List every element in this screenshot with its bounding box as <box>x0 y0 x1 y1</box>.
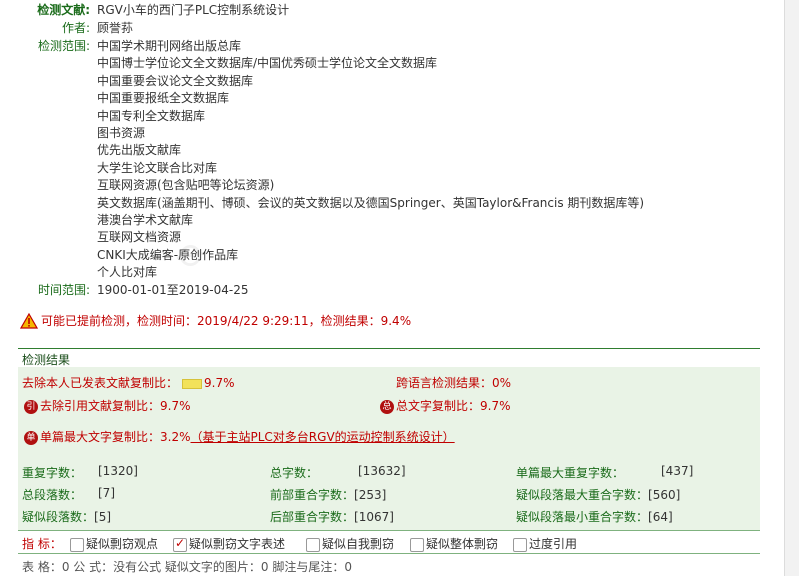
indicator-checkbox[interactable]: 过度引用 <box>513 535 577 552</box>
warning-line: 可能已提前检测，检测时间：2019/4/22 9:29:11，检测结果：9.4% <box>20 312 411 329</box>
stat-key: 总段落数： <box>22 488 83 502</box>
single-icon: 单 <box>24 430 38 445</box>
checkbox-icon[interactable] <box>410 537 424 552</box>
stat-value: [64] <box>648 510 673 524</box>
indicator-row: 指 标： 疑似剽窃观点 疑似剽窃文字表述 疑似自我剽窃 疑似整体剽窃 过度引用 <box>18 530 760 554</box>
stat-value: [5] <box>94 510 112 524</box>
single-source-link[interactable]: （基于主站PLC对多台RGV的运动控制系统设计） <box>191 430 455 444</box>
scope-item: 优先出版文献库 <box>97 143 182 158</box>
total-copy-line: 总总文字复制比：9.7% <box>380 397 511 414</box>
author-label: 作者: <box>61 21 90 35</box>
time-value: 1900-01-01至2019-04-25 <box>97 283 249 297</box>
indicator-label: 过度引用 <box>529 537 578 551</box>
total-icon: 总 <box>380 399 394 414</box>
cite-exclusion-line: 引去除引用文献复制比：9.7% <box>24 397 191 414</box>
stat-value: [7] <box>98 486 115 500</box>
stat-key: 后部重合字数： <box>270 510 355 524</box>
result-body: 去除本人已发表文献复制比： 9.7% 跨语言检测结果：0% 引去除引用文献复制比：… <box>18 367 760 530</box>
result-panel: 检测结果 去除本人已发表文献复制比： 9.7% 跨语言检测结果：0% 引去除引用文… <box>18 348 760 576</box>
scope-item: 个人比对库 <box>97 265 158 280</box>
cite-excl-text: 去除引用文献复制比：9.7% <box>40 399 191 413</box>
scope-item: CNKI大成编客-原创作品库 <box>97 247 239 262</box>
footer-stats: 表 格：0 公 式：没有公式 疑似文字的图片：0 脚注与尾注：0 <box>22 560 352 574</box>
stat-key: 疑似段落最小重合字数： <box>516 510 649 524</box>
indicator-label: 疑似整体剽窃 <box>426 537 499 551</box>
stat-key: 单篇最大重复字数： <box>516 466 625 480</box>
ratio-bar <box>182 378 203 389</box>
scope-item: 中国重要会议论文全文数据库 <box>97 73 254 88</box>
cross-language: 跨语言检测结果：0% <box>396 376 512 390</box>
single-max-line: 单单篇最大文字复制比：3.2%（基于主站PLC对多台RGV的运动控制系统设计） <box>24 428 455 445</box>
warning-text: 可能已提前检测，检测时间：2019/4/22 9:29:11，检测结果：9.4% <box>41 314 412 328</box>
doc-row: 检测文献: RGV小车的西门子PLC控制系统设计 <box>22 1 289 18</box>
scope-item: 大学生论文联合比对库 <box>97 160 218 175</box>
time-row: 时间范围: 1900-01-01至2019-04-25 <box>22 281 249 298</box>
time-label: 时间范围: <box>37 283 90 297</box>
doc-label: 检测文献: <box>37 3 90 17</box>
stat-key: 疑似段落数： <box>22 510 95 524</box>
stat-value: [1067] <box>354 510 394 524</box>
single-label: 单篇最大文字复制比：3.2% <box>40 430 191 444</box>
indicator-checkbox[interactable]: 疑似整体剽窃 <box>410 535 498 552</box>
indicator-label: 疑似剽窃观点 <box>86 537 159 551</box>
indicator-label: 疑似自我剽窃 <box>322 537 395 551</box>
scope-label: 检测范围: <box>37 39 90 53</box>
scope-item: 港澳台学术文献库 <box>97 213 194 227</box>
scope-row: 检测范围: <box>22 37 90 54</box>
stat-key: 前部重合字数： <box>270 488 355 502</box>
checkbox-icon[interactable] <box>306 537 320 552</box>
stat-key: 重复字数： <box>22 466 83 480</box>
right-scrollbar[interactable] <box>784 0 799 576</box>
indicators-label: 指 标： <box>22 537 62 551</box>
self-exclusion-line: 去除本人已发表文献复制比： 9.7% <box>22 374 235 391</box>
scope-item: 互联网资源(包含贴吧等论坛资源) <box>97 178 275 193</box>
author-row: 作者: 顾誉荪 <box>22 19 133 36</box>
scope-item: 中国专利全文数据库 <box>97 108 206 123</box>
checkbox-icon[interactable] <box>513 537 527 552</box>
scope-item: 中国学术期刊网络出版总库 <box>97 39 242 53</box>
cite-icon: 引 <box>24 399 38 414</box>
scope-item: 互联网文档资源 <box>97 230 182 245</box>
stat-value: [13632] <box>358 464 406 478</box>
warning-icon <box>20 312 38 329</box>
stat-key: 疑似段落最大重合字数： <box>516 488 649 502</box>
self-excl-value: 9.7% <box>204 376 235 390</box>
self-excl-label: 去除本人已发表文献复制比： <box>22 376 179 390</box>
checkbox-icon[interactable] <box>173 536 187 552</box>
scope-item: 中国博士学位论文全文数据库/中国优秀硕士学位论文全文数据库 <box>97 56 438 71</box>
total-copy-text: 总文字复制比：9.7% <box>396 399 511 413</box>
indicator-label: 疑似剽窃文字表述 <box>189 537 286 551</box>
stat-value: [1320] <box>98 464 138 478</box>
result-title: 检测结果 <box>22 353 71 367</box>
scope-item: 英文数据库(涵盖期刊、博硕、会议的英文数据以及德国Springer、英国Tayl… <box>97 195 645 210</box>
stat-value: [253] <box>354 488 387 502</box>
result-header: 检测结果 <box>18 348 760 368</box>
indicator-checkbox[interactable]: 疑似自我剽窃 <box>306 535 394 552</box>
indicator-checkbox[interactable]: 疑似剽窃文字表述 <box>173 535 285 552</box>
scope-item: 中国重要报纸全文数据库 <box>97 91 230 106</box>
doc-title: RGV小车的西门子PLC控制系统设计 <box>97 3 290 17</box>
stat-value: [437] <box>661 464 694 478</box>
checkbox-icon[interactable] <box>70 537 84 552</box>
author-value: 顾誉荪 <box>97 21 134 35</box>
stat-value: [560] <box>648 488 681 502</box>
indicator-checkbox[interactable]: 疑似剽窃观点 <box>70 535 158 552</box>
scope-item: 图书资源 <box>97 126 146 140</box>
stat-key: 总字数： <box>270 466 319 480</box>
